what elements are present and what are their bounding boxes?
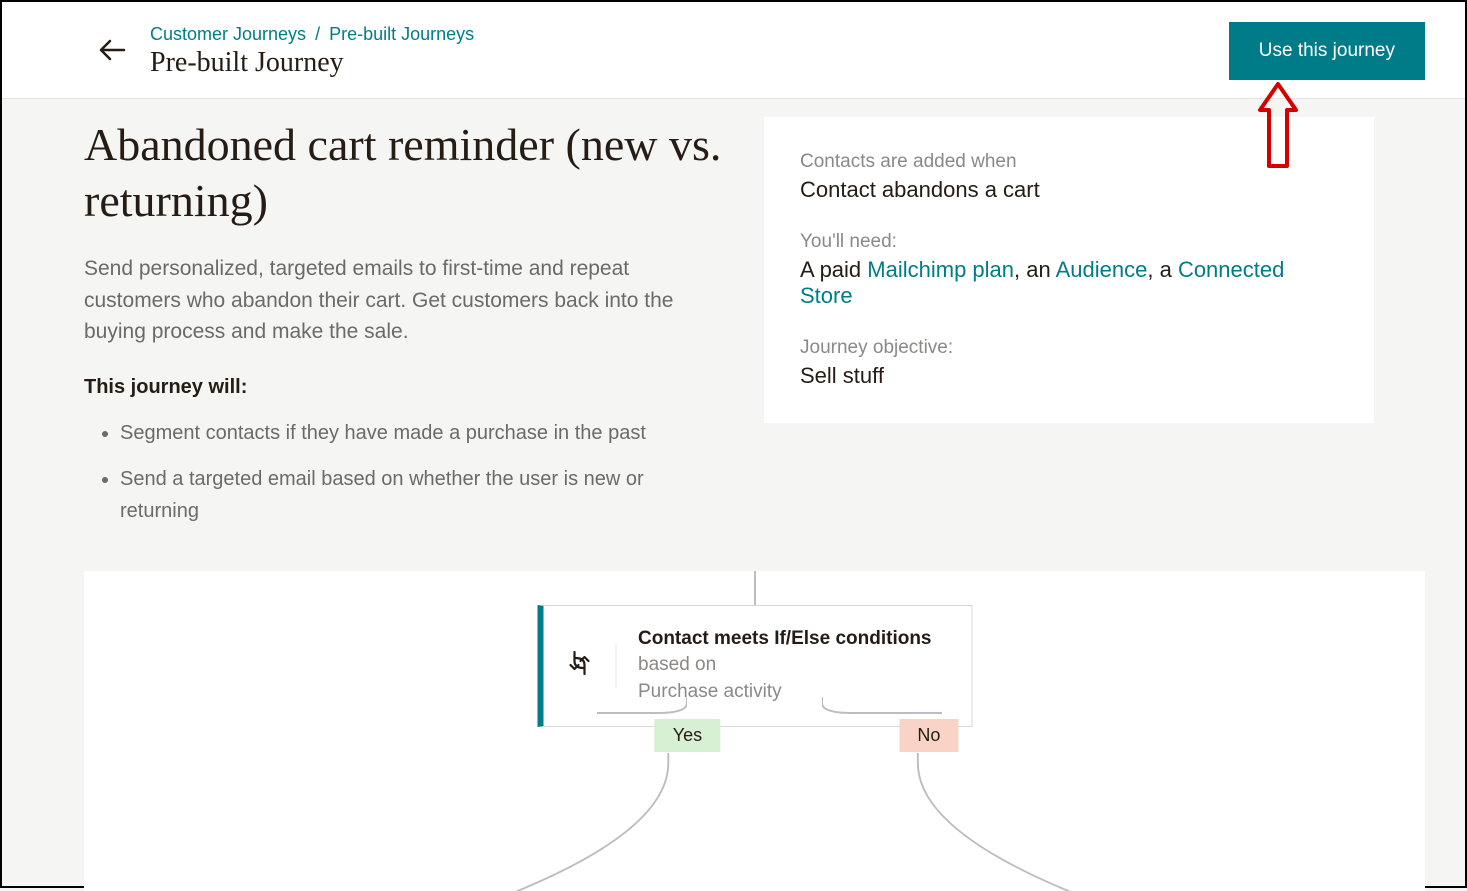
info-youll-need: You'll need: A paid Mailchimp plan, an A…	[800, 231, 1338, 309]
breadcrumb: Customer Journeys / Pre-built Journeys	[150, 24, 474, 45]
info-value: Sell stuff	[800, 363, 1338, 389]
journey-summary: Abandoned cart reminder (new vs. returni…	[84, 117, 724, 541]
node-text: Contact meets If/Else conditions based o…	[638, 626, 949, 706]
journey-will-label: This journey will:	[84, 376, 724, 399]
connector-line	[754, 571, 756, 605]
info-label: You'll need:	[800, 231, 1338, 253]
journey-info-card: Contacts are added when Contact abandons…	[764, 117, 1374, 423]
back-arrow-icon[interactable]	[98, 38, 126, 67]
branches: Yes No	[84, 697, 1425, 891]
connector-curve-left	[84, 753, 755, 891]
node-condition-bold: Contact meets If/Else conditions	[638, 628, 932, 649]
info-value: A paid Mailchimp plan, an Audience, a Co…	[800, 257, 1338, 309]
connector-line	[597, 697, 687, 719]
connector-line	[822, 697, 942, 719]
branch-icon	[565, 648, 593, 683]
info-label: Contacts are added when	[800, 151, 1338, 173]
use-this-journey-button[interactable]: Use this journey	[1229, 22, 1425, 80]
info-added-when: Contacts are added when Contact abandons…	[800, 151, 1338, 203]
link-mailchimp-plan[interactable]: Mailchimp plan	[867, 257, 1014, 282]
connector-curve-right	[755, 753, 1426, 891]
page-header: Customer Journeys / Pre-built Journeys P…	[2, 2, 1465, 99]
node-condition-mid: based on	[638, 654, 716, 675]
breadcrumb-separator: /	[315, 24, 320, 44]
info-value: Contact abandons a cart	[800, 177, 1338, 203]
link-audience[interactable]: Audience	[1056, 257, 1148, 282]
need-text: , an	[1014, 257, 1056, 282]
branch-yes-label: Yes	[655, 719, 720, 752]
need-text: A paid	[800, 257, 867, 282]
journey-will-list: Segment contacts if they have made a pur…	[84, 417, 724, 527]
journey-title: Abandoned cart reminder (new vs. returni…	[84, 117, 724, 229]
content-area: Abandoned cart reminder (new vs. returni…	[2, 99, 1465, 541]
info-label: Journey objective:	[800, 337, 1338, 359]
journey-will-item: Send a targeted email based on whether t…	[120, 463, 724, 527]
branch-no-label: No	[899, 719, 958, 752]
journey-will-item: Segment contacts if they have made a pur…	[120, 417, 724, 449]
breadcrumb-prebuilt-journeys[interactable]: Pre-built Journeys	[329, 24, 474, 44]
journey-description: Send personalized, targeted emails to fi…	[84, 253, 724, 348]
header-left: Customer Journeys / Pre-built Journeys P…	[92, 24, 474, 79]
breadcrumb-customer-journeys[interactable]: Customer Journeys	[150, 24, 306, 44]
journey-diagram: Contact meets If/Else conditions based o…	[84, 571, 1425, 891]
divider	[615, 644, 616, 688]
need-text: , a	[1147, 257, 1178, 282]
page-subtitle: Pre-built Journey	[150, 47, 474, 79]
info-objective: Journey objective: Sell stuff	[800, 337, 1338, 389]
